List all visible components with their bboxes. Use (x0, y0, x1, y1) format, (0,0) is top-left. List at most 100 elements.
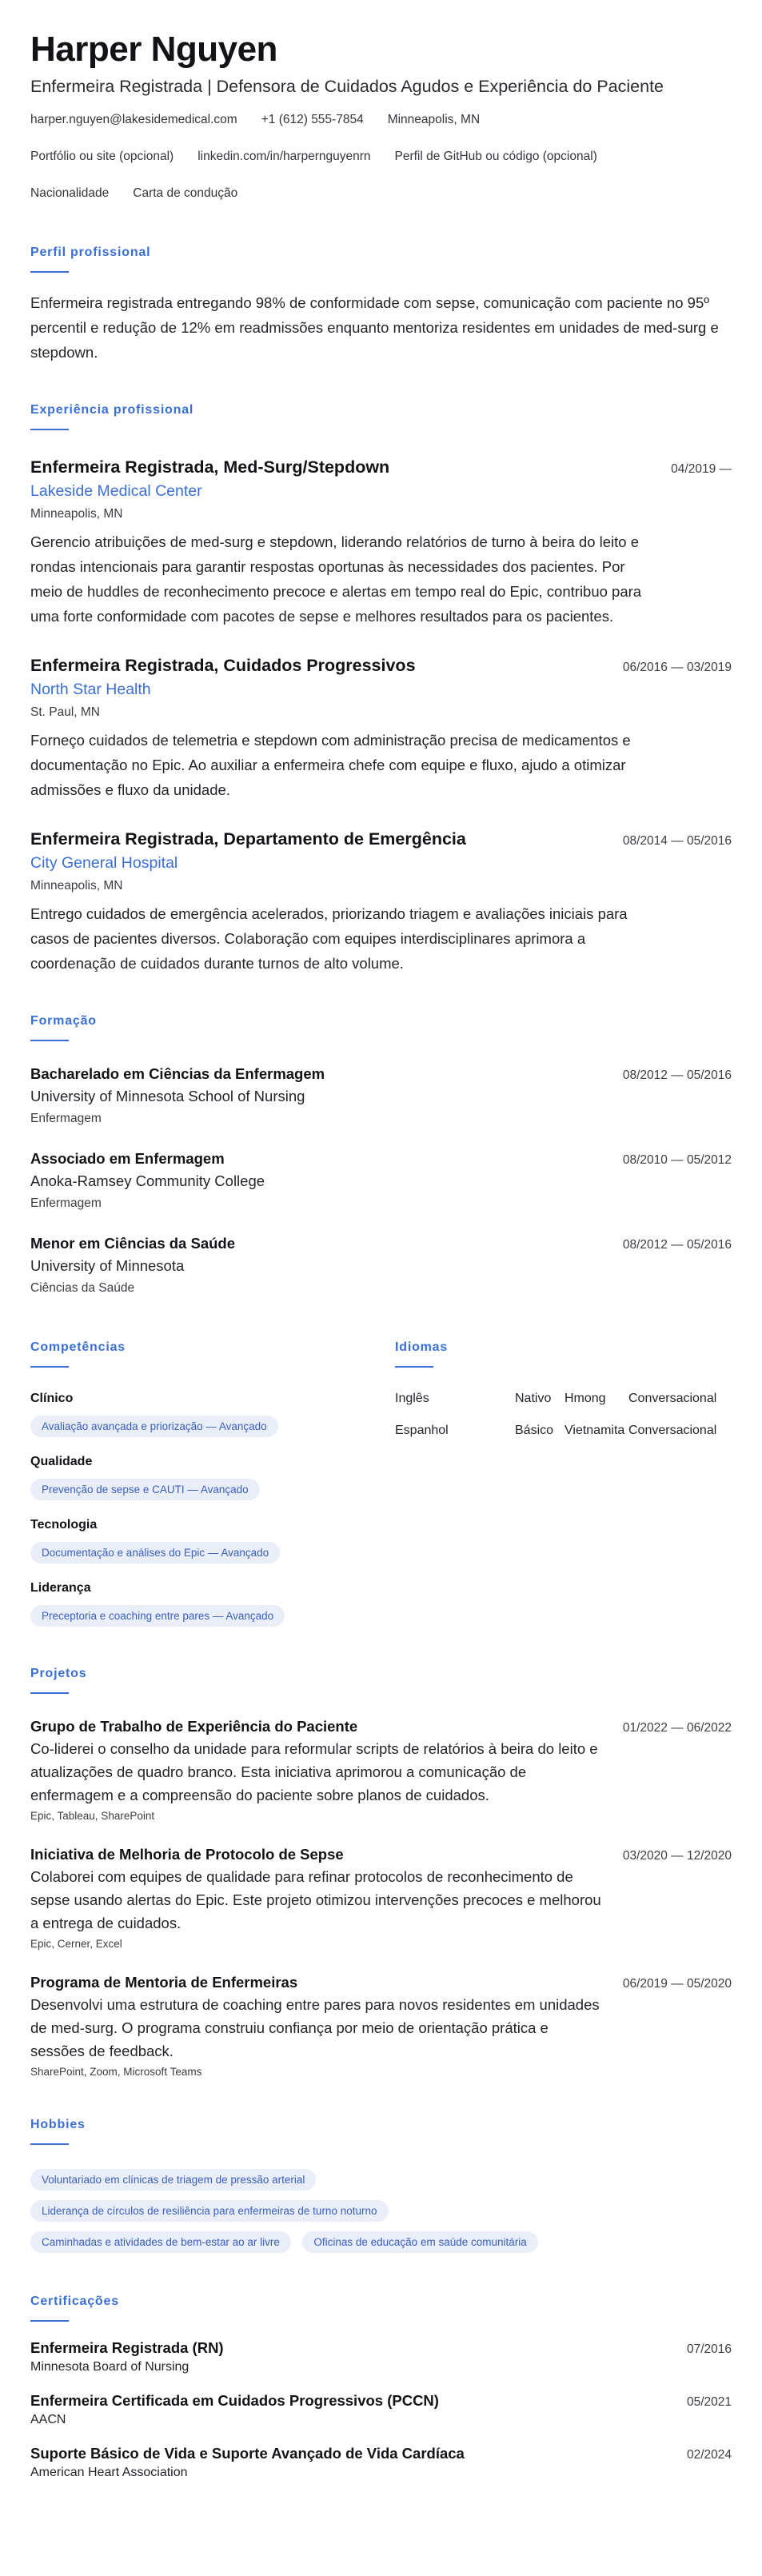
section-divider (395, 1366, 433, 1368)
education-entry: Bacharelado em Ciências da Enfermagem 08… (30, 1065, 732, 1126)
contact-portfolio[interactable]: Portfólio ou site (opcional) (30, 150, 174, 164)
hobby-pill: Liderança de círculos de resiliência par… (30, 2200, 389, 2223)
language-level: Nativo (515, 1392, 552, 1406)
job-description: Entrego cuidados de emergência acelerado… (30, 905, 628, 972)
project-description: Colaborei com equipes de qualidade para … (30, 1868, 601, 1932)
section-title: Formação (30, 1014, 97, 1028)
section-title: Idiomas (395, 1340, 449, 1355)
project-title: Programa de Mentoria de Enfermeiras (30, 1974, 298, 1991)
hobby-list: Voluntariado em clínicas de triagem de p… (30, 2159, 670, 2254)
section-divider (30, 2143, 69, 2146)
job-employer: Lakeside Medical Center (30, 482, 202, 501)
project-entry: Iniciativa de Melhoria de Protocolo de S… (30, 1846, 732, 1950)
contact-location: Minneapolis, MN (387, 113, 481, 127)
certification-issuer: Minnesota Board of Nursing (30, 2360, 190, 2374)
job-location: Minneapolis, MN (30, 879, 123, 893)
contact-license: Carta de condução (133, 186, 238, 201)
section-title: Projetos (30, 1667, 87, 1681)
section-divider (30, 271, 69, 274)
hobby-pill: Oficinas de educação em saúde comunitári… (302, 2231, 538, 2254)
skill-pill: Documentação e análises do Epic — Avança… (30, 1542, 281, 1564)
resume-page: Harper Nguyen Enfermeira Registrada | De… (0, 0, 762, 2576)
education-field: Enfermagem (30, 1196, 102, 1211)
hobbies-section: Hobbies Voluntariado em clínicas de tria… (30, 2118, 732, 2254)
certifications-section: Certificações Enfermeira Registrada (RN)… (30, 2294, 732, 2480)
language-level: Conversacional (628, 1424, 717, 1438)
section-divider (30, 429, 69, 431)
section-divider (30, 1040, 69, 1042)
job-employer: North Star Health (30, 681, 151, 699)
job-description: Gerencio atribuições de med-surg e stepd… (30, 533, 642, 625)
education-school: University of Minnesota (30, 1257, 185, 1275)
education-section: Formação Bacharelado em Ciências da Enfe… (30, 1014, 732, 1296)
skill-category: Qualidade (30, 1455, 93, 1469)
project-tech: Epic, Cerner, Excel (30, 1938, 122, 1951)
job-title: Enfermeira Registrada, Departamento de E… (30, 829, 466, 849)
certification-date: 07/2016 (686, 2342, 732, 2357)
project-title: Grupo de Trabalho de Experiência do Paci… (30, 1718, 358, 1735)
language-name: Inglês (395, 1392, 429, 1406)
hobby-pill: Voluntariado em clínicas de triagem de p… (30, 2169, 317, 2191)
education-field: Enfermagem (30, 1112, 102, 1126)
section-title: Competências (30, 1340, 126, 1355)
project-entry: Grupo de Trabalho de Experiência do Paci… (30, 1718, 732, 1822)
education-field: Ciências da Saúde (30, 1281, 135, 1296)
skills-languages-row: Competências Clínico Avaliação avançada … (30, 1340, 732, 1627)
certification-issuer: American Heart Association (30, 2466, 188, 2480)
certification-entry: Enfermeira Registrada (RN) 07/2016 Minne… (30, 2339, 732, 2374)
education-degree: Menor em Ciências da Saúde (30, 1235, 236, 1252)
contact-phone[interactable]: +1 (612) 555-7854 (261, 113, 364, 127)
skills-section: Competências Clínico Avaliação avançada … (30, 1340, 395, 1627)
language-row: Espanhol Básico Vietnamita Conversaciona… (395, 1424, 732, 1438)
section-title: Experiência profissional (30, 403, 194, 417)
job-title: Enfermeira Registrada, Cuidados Progress… (30, 656, 416, 676)
certification-name: Suporte Básico de Vida e Suporte Avançad… (30, 2445, 465, 2462)
education-degree: Bacharelado em Ciências da Enfermagem (30, 1065, 325, 1083)
certification-name: Enfermeira Registrada (RN) (30, 2339, 224, 2357)
projects-section: Projetos Grupo de Trabalho de Experiênci… (30, 1667, 732, 2078)
education-degree: Associado em Enfermagem (30, 1150, 225, 1168)
education-entry: Associado em Enfermagem 08/2010 — 05/201… (30, 1150, 732, 1211)
contact-github[interactable]: Perfil de GitHub ou código (opcional) (395, 150, 597, 164)
language-level: Conversacional (628, 1392, 717, 1406)
job-location: St. Paul, MN (30, 705, 100, 720)
certification-name: Enfermeira Certificada em Cuidados Progr… (30, 2392, 439, 2410)
job-location: Minneapolis, MN (30, 507, 123, 521)
skill-pill: Avaliação avançada e priorização — Avanç… (30, 1416, 278, 1438)
summary-section: Perfil profissional Enfermeira registrad… (30, 246, 732, 365)
candidate-name: Harper Nguyen (30, 30, 277, 69)
skill-category: Clínico (30, 1392, 74, 1406)
language-name: Vietnamita (565, 1424, 625, 1438)
summary-text: Enfermeira registrada entregando 98% de … (30, 294, 719, 361)
contact-email[interactable]: harper.nguyen@lakesidemedical.com (30, 113, 237, 127)
job-entry: Enfermeira Registrada, Cuidados Progress… (30, 656, 732, 802)
section-title: Certificações (30, 2294, 119, 2309)
education-date: 08/2012 — 05/2016 (622, 1238, 732, 1252)
project-description: Desenvolvi uma estrutura de coaching ent… (30, 1996, 600, 2060)
education-date: 08/2012 — 05/2016 (622, 1068, 732, 1083)
contact-linkedin[interactable]: linkedin.com/in/harpernguyenrn (197, 150, 370, 164)
project-date: 06/2019 — 05/2020 (622, 1977, 732, 1991)
education-school: Anoka-Ramsey Community College (30, 1172, 265, 1190)
project-tech: Epic, Tableau, SharePoint (30, 1810, 155, 1823)
section-title: Perfil profissional (30, 246, 151, 260)
project-entry: Programa de Mentoria de Enfermeiras 06/2… (30, 1974, 732, 2078)
skill-category: Liderança (30, 1581, 91, 1596)
section-divider (30, 1692, 69, 1695)
project-title: Iniciativa de Melhoria de Protocolo de S… (30, 1846, 344, 1863)
section-title: Hobbies (30, 2118, 86, 2132)
experience-section: Experiência profissional Enfermeira Regi… (30, 403, 732, 976)
education-date: 08/2010 — 05/2012 (622, 1153, 732, 1168)
education-entry: Menor em Ciências da Saúde 08/2012 — 05/… (30, 1235, 732, 1296)
hobby-pill: Caminhadas e atividades de bem-estar ao … (30, 2231, 291, 2254)
language-level: Básico (515, 1424, 554, 1438)
job-date: 04/2019 — (671, 462, 732, 477)
skill-category: Tecnologia (30, 1518, 98, 1532)
languages-section: Idiomas Inglês Nativo Hmong Conversacion… (395, 1340, 732, 1627)
certification-entry: Suporte Básico de Vida e Suporte Avançad… (30, 2445, 732, 2480)
certification-date: 05/2021 (686, 2395, 732, 2410)
certification-entry: Enfermeira Certificada em Cuidados Progr… (30, 2392, 732, 2427)
contact-nationality: Nacionalidade (30, 186, 110, 201)
job-title: Enfermeira Registrada, Med-Surg/Stepdown (30, 457, 390, 477)
contact-info: harper.nguyen@lakesidemedical.com +1 (61… (30, 113, 732, 201)
